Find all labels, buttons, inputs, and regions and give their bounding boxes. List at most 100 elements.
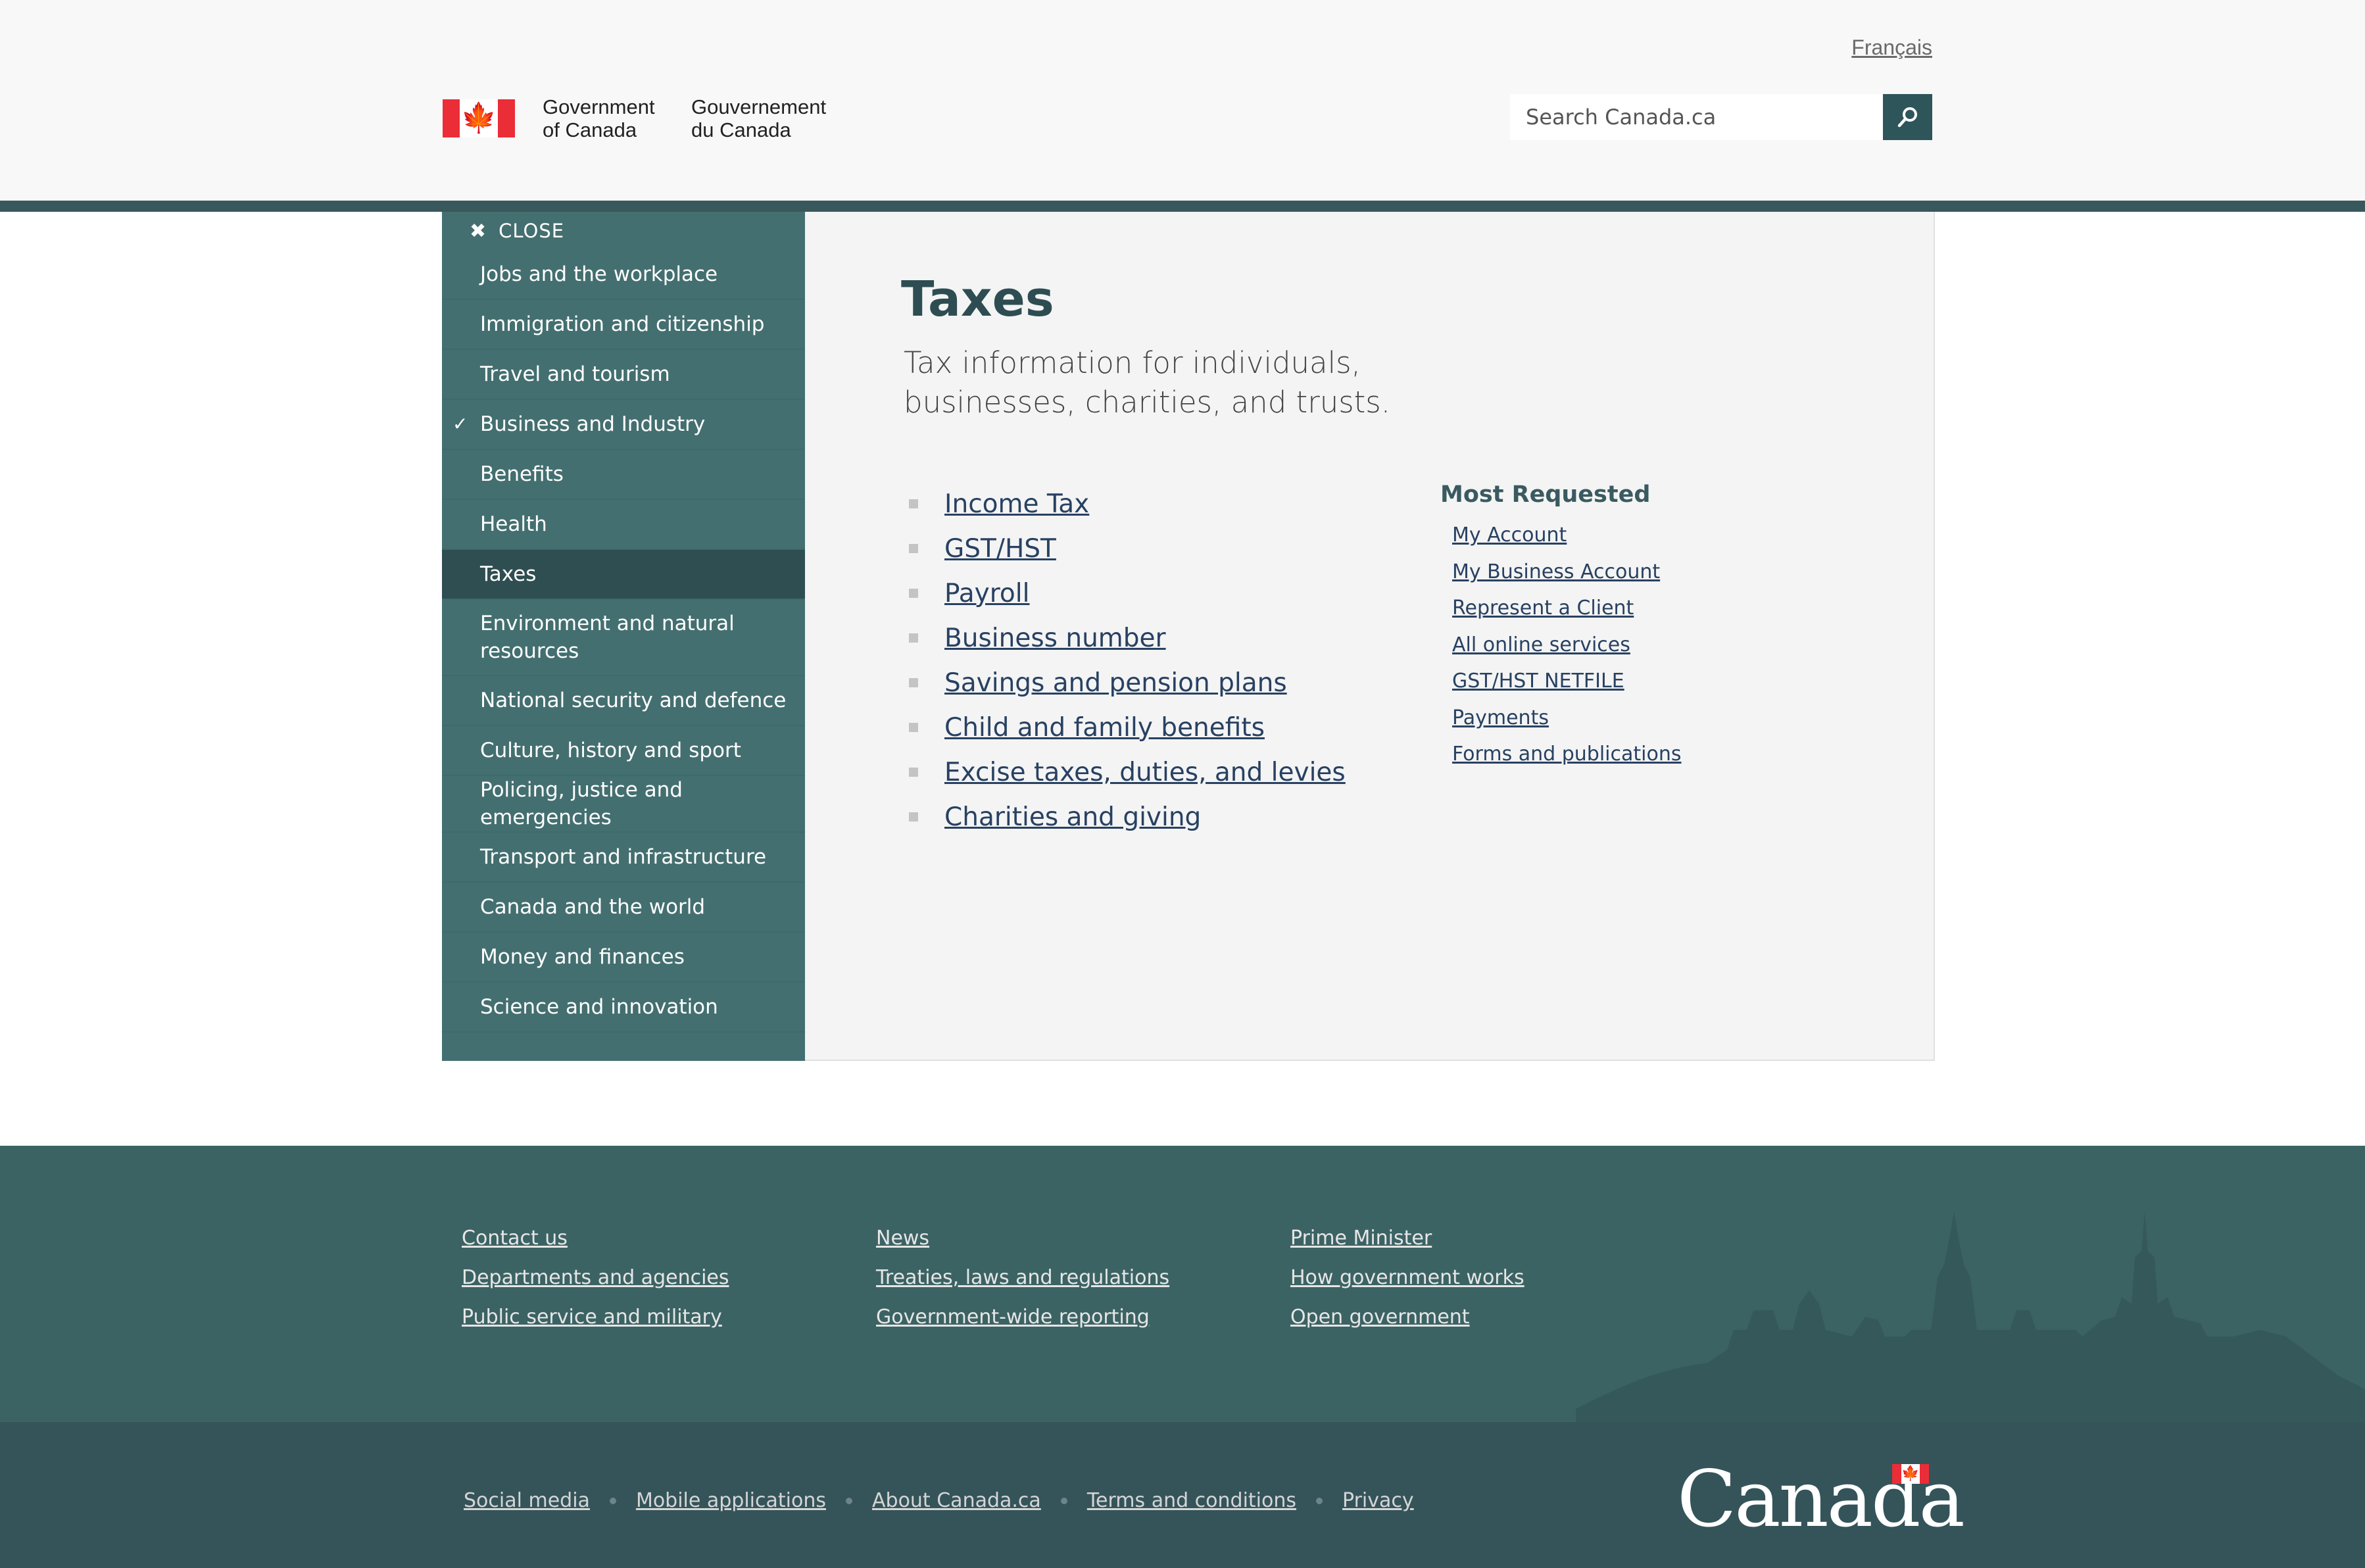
bullet-square-icon bbox=[909, 768, 918, 777]
menu-content-panel: Taxes Tax information for individuals, b… bbox=[805, 212, 1935, 1061]
list-item: Excise taxes, duties, and levies bbox=[909, 750, 1346, 795]
menu-item-transport[interactable]: Transport and infrastructure bbox=[442, 833, 805, 883]
mega-menu: ✖ CLOSE Jobs and the workplace Immigrati… bbox=[442, 212, 1935, 1061]
brand-fr-line1: Gouvernement bbox=[691, 95, 827, 118]
link-income-tax[interactable]: Income Tax bbox=[944, 489, 1089, 519]
footer-link-public-service[interactable]: Public service and military bbox=[462, 1304, 876, 1343]
menu-item-policing[interactable]: Policing, justice and emergencies bbox=[442, 776, 805, 833]
separator-dot bbox=[1060, 1497, 1067, 1504]
list-item: Represent a Client bbox=[1452, 590, 1681, 627]
header-divider bbox=[0, 201, 2365, 212]
menu-item-jobs[interactable]: Jobs and the workplace bbox=[442, 250, 805, 300]
list-item: Forms and publications bbox=[1452, 736, 1681, 773]
most-requested: Most Requested My Account My Business Ac… bbox=[1440, 481, 1681, 773]
link-represent-client[interactable]: Represent a Client bbox=[1452, 597, 1634, 620]
link-child-family-benefits[interactable]: Child and family benefits bbox=[944, 713, 1265, 743]
footer-link-departments[interactable]: Departments and agencies bbox=[462, 1264, 876, 1304]
footer-link-news[interactable]: News bbox=[876, 1225, 1290, 1264]
footer-legal-bar: Social media Mobile applications About C… bbox=[0, 1422, 2365, 1568]
link-all-online-services[interactable]: All online services bbox=[1452, 633, 1630, 656]
magnifier-icon bbox=[1897, 107, 1917, 128]
link-my-business-account[interactable]: My Business Account bbox=[1452, 560, 1660, 583]
list-item: Payroll bbox=[909, 571, 1346, 616]
footer-column: News Treaties, laws and regulations Gove… bbox=[876, 1225, 1290, 1343]
list-item: My Account bbox=[1452, 517, 1681, 554]
search-bar bbox=[1510, 94, 1934, 140]
link-business-number[interactable]: Business number bbox=[944, 624, 1166, 653]
brand-fr-line2: du Canada bbox=[691, 118, 791, 141]
legal-link-mobile-apps[interactable]: Mobile applications bbox=[636, 1489, 826, 1512]
bullet-square-icon bbox=[909, 678, 918, 687]
menu-item-benefits[interactable]: Benefits bbox=[442, 450, 805, 500]
search-input[interactable] bbox=[1510, 94, 1883, 140]
menu-item-canada-world[interactable]: Canada and the world bbox=[442, 883, 805, 933]
close-icon: ✖ bbox=[470, 219, 487, 243]
separator-dot bbox=[846, 1497, 852, 1504]
wordmark-flag-icon: 🍁 bbox=[1892, 1464, 1929, 1484]
menu-sidebar: ✖ CLOSE Jobs and the workplace Immigrati… bbox=[442, 212, 822, 1061]
menu-item-business[interactable]: Business and Industry bbox=[442, 400, 805, 450]
page-subtitle: Tax information for individuals, busines… bbox=[904, 345, 1391, 420]
footer-link-reporting[interactable]: Government-wide reporting bbox=[876, 1304, 1290, 1343]
language-toggle-link[interactable]: Français bbox=[1851, 36, 1932, 60]
link-savings-pension[interactable]: Savings and pension plans bbox=[944, 668, 1287, 698]
link-payments[interactable]: Payments bbox=[1452, 706, 1549, 729]
bullet-square-icon bbox=[909, 812, 918, 821]
bullet-square-icon bbox=[909, 544, 918, 553]
brand-french: Gouvernement du Canada bbox=[691, 95, 826, 141]
legal-link-terms[interactable]: Terms and conditions bbox=[1087, 1489, 1296, 1512]
footer-link-treaties[interactable]: Treaties, laws and regulations bbox=[876, 1264, 1290, 1304]
list-item: My Business Account bbox=[1452, 554, 1681, 591]
menu-item-science[interactable]: Science and innovation bbox=[442, 983, 805, 1033]
list-item: Business number bbox=[909, 616, 1346, 660]
brand-en-line1: Government bbox=[543, 95, 655, 118]
canada-flag-icon: 🍁 bbox=[443, 99, 515, 137]
list-item: Savings and pension plans bbox=[909, 660, 1346, 705]
link-forms-publications[interactable]: Forms and publications bbox=[1452, 743, 1681, 766]
legal-link-about[interactable]: About Canada.ca bbox=[872, 1489, 1041, 1512]
close-menu-button[interactable]: ✖ CLOSE bbox=[442, 212, 805, 250]
list-item: Charities and giving bbox=[909, 795, 1346, 839]
legal-link-privacy[interactable]: Privacy bbox=[1342, 1489, 1414, 1512]
menu-item-money[interactable]: Money and finances bbox=[442, 933, 805, 983]
menu-item-taxes[interactable]: Taxes bbox=[442, 550, 822, 602]
menu-item-culture[interactable]: Culture, history and sport bbox=[442, 726, 805, 776]
search-button[interactable] bbox=[1883, 94, 1932, 140]
separator-dot bbox=[1316, 1497, 1323, 1504]
list-item: Child and family benefits bbox=[909, 705, 1346, 750]
most-requested-heading: Most Requested bbox=[1440, 481, 1651, 508]
list-item: All online services bbox=[1452, 627, 1681, 664]
bullet-square-icon bbox=[909, 633, 918, 643]
page: Français 🍁 Government of Canada Gouverne… bbox=[0, 0, 2365, 1568]
list-item: GST/HST NETFILE bbox=[1452, 663, 1681, 700]
legal-link-social-media[interactable]: Social media bbox=[464, 1489, 590, 1512]
footer-link-contact[interactable]: Contact us bbox=[462, 1225, 876, 1264]
footer-columns: Contact us Departments and agencies Publ… bbox=[462, 1225, 1705, 1343]
topic-links: Income Tax GST/HST Payroll Business numb… bbox=[909, 481, 1346, 839]
site-header: Français 🍁 Government of Canada Gouverne… bbox=[0, 0, 2365, 201]
footer-main: Contact us Departments and agencies Publ… bbox=[0, 1146, 2365, 1422]
link-payroll[interactable]: Payroll bbox=[944, 579, 1029, 608]
link-charities-giving[interactable]: Charities and giving bbox=[944, 802, 1201, 832]
footer-link-how-government-works[interactable]: How government works bbox=[1290, 1264, 1705, 1304]
link-my-account[interactable]: My Account bbox=[1452, 524, 1567, 547]
menu-item-immigration[interactable]: Immigration and citizenship bbox=[442, 300, 805, 350]
separator-dot bbox=[609, 1497, 616, 1504]
list-item: GST/HST bbox=[909, 526, 1346, 571]
page-title: Taxes bbox=[901, 271, 1054, 328]
government-brand[interactable]: 🍁 Government of Canada Gouvernement du C… bbox=[443, 95, 826, 141]
menu-item-environment[interactable]: Environment and natural resources bbox=[442, 600, 805, 676]
footer-link-open-government[interactable]: Open government bbox=[1290, 1304, 1705, 1343]
menu-item-travel[interactable]: Travel and tourism bbox=[442, 350, 805, 400]
link-gst-hst-netfile[interactable]: GST/HST NETFILE bbox=[1452, 670, 1624, 693]
most-requested-list: My Account My Business Account Represent… bbox=[1440, 517, 1681, 773]
link-gst-hst[interactable]: GST/HST bbox=[944, 534, 1056, 564]
brand-text: Government of Canada Gouvernement du Can… bbox=[543, 95, 826, 141]
menu-item-health[interactable]: Health bbox=[442, 500, 805, 550]
footer-column: Prime Minister How government works Open… bbox=[1290, 1225, 1705, 1343]
footer-link-prime-minister[interactable]: Prime Minister bbox=[1290, 1225, 1705, 1264]
link-excise-taxes[interactable]: Excise taxes, duties, and levies bbox=[944, 758, 1346, 787]
brand-english: Government of Canada bbox=[543, 95, 661, 141]
list-item: Payments bbox=[1452, 700, 1681, 737]
menu-item-security[interactable]: National security and defence bbox=[442, 676, 805, 726]
